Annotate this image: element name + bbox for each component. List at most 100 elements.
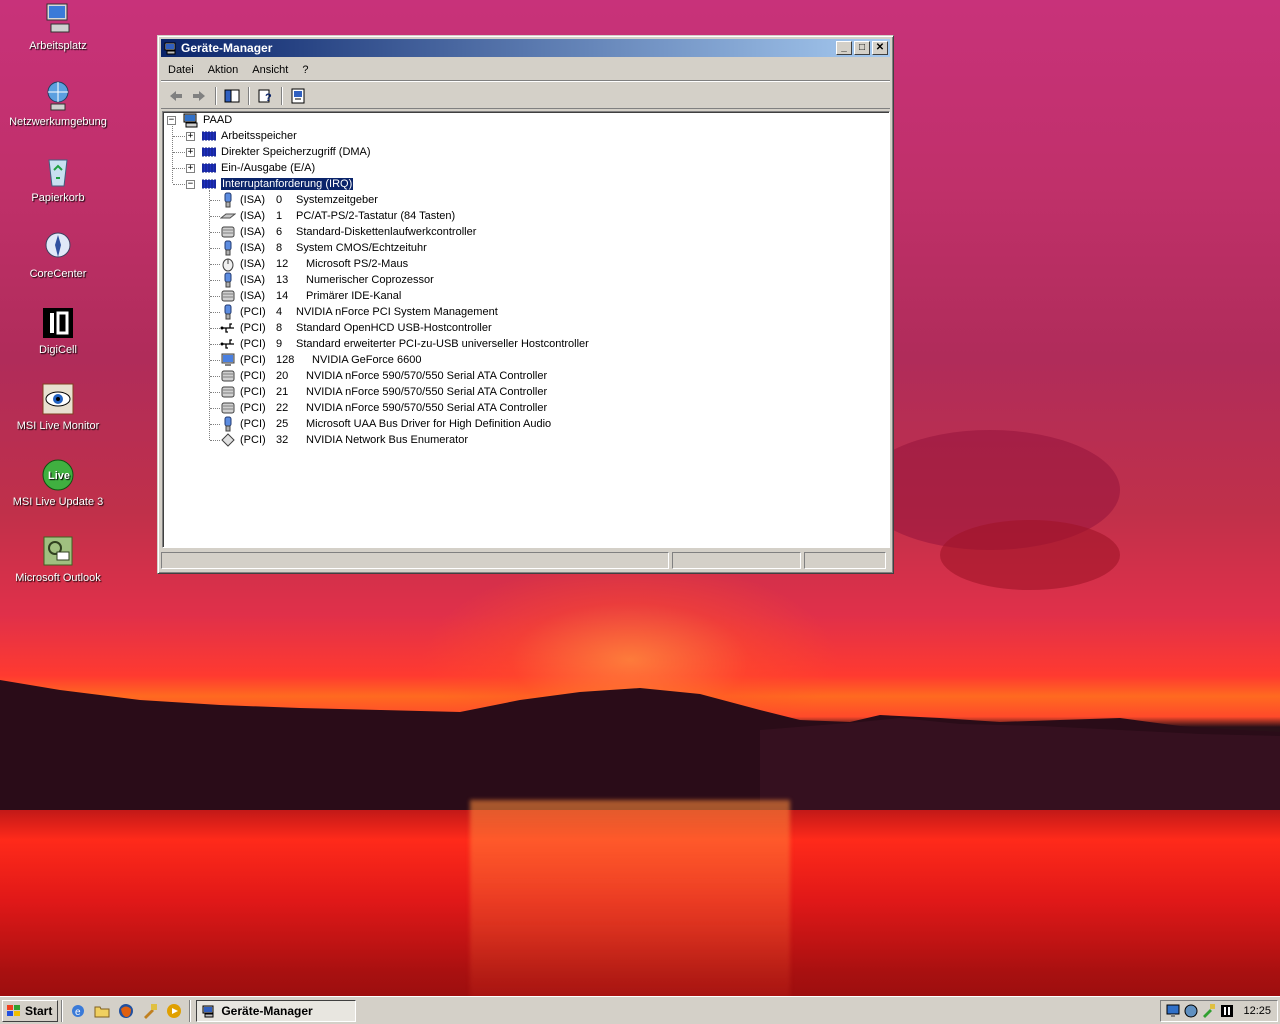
menu-help[interactable]: ? (295, 64, 315, 76)
network-enumerator-icon (221, 433, 235, 447)
desktop-icon-microsoft-outlook[interactable]: Microsoft Outlook (6, 534, 110, 584)
tree-device-item[interactable]: (ISA) 12 Microsoft PS/2-Maus (220, 256, 408, 272)
tree-category[interactable]: Interruptanforderung (IRQ) (201, 176, 355, 192)
device-bus: (ISA) (240, 242, 266, 254)
tree-line (210, 408, 220, 409)
quick-launch-media[interactable] (164, 1001, 184, 1021)
device-name: NVIDIA nForce 590/570/550 Serial ATA Con… (306, 386, 548, 398)
desktop-icon-papierkorb[interactable]: Papierkorb (6, 154, 110, 204)
device-manager-icon (164, 42, 176, 55)
disk-controller-icon (221, 290, 235, 302)
desktop-icon-netzwerkumgebung[interactable]: Netzwerkumgebung (6, 78, 110, 128)
ie-icon: e (72, 1004, 85, 1018)
scan-hardware-button[interactable] (287, 86, 309, 106)
tree-device-item[interactable]: (PCI) 9 Standard erweiterter PCI-zu-USB un… (220, 336, 589, 352)
maximize-button[interactable]: □ (854, 41, 870, 55)
category-expander[interactable]: − (186, 180, 195, 189)
tree-category[interactable]: Arbeitsspeicher (201, 128, 297, 144)
menu-aktion[interactable]: Aktion (201, 64, 246, 76)
desktop-icon-msi-live-update-3[interactable]: Live MSI Live Update 3 (6, 458, 110, 508)
quick-launch-explorer[interactable] (92, 1001, 112, 1021)
root-collapse-toggle[interactable]: − (167, 116, 176, 125)
tree-line (210, 424, 220, 425)
menu-datei[interactable]: Datei (161, 64, 201, 76)
tree-device-item[interactable]: (PCI) 128 NVIDIA GeForce 6600 (220, 352, 421, 368)
tree-device-item[interactable]: (PCI) 4 NVIDIA nForce PCI System Managemen… (220, 304, 498, 320)
tree-device-item[interactable]: (PCI) 25 Microsoft UAA Bus Driver for High… (220, 416, 551, 432)
outlook-icon (41, 534, 75, 568)
disk-controller-icon (221, 386, 235, 398)
quick-launch-tool[interactable] (140, 1001, 160, 1021)
tray-digicell[interactable] (1219, 1003, 1235, 1019)
clock[interactable]: 12:25 (1243, 1005, 1271, 1017)
system-device-icon (224, 192, 232, 208)
tree-category[interactable]: Direkter Speicherzugriff (DMA) (201, 144, 371, 160)
toolbar: ? (161, 83, 890, 109)
tree-line (210, 216, 220, 217)
tree-root-label: PAAD (203, 114, 233, 126)
device-bus: (PCI) (240, 402, 266, 414)
svg-text:Live: Live (48, 470, 70, 482)
properties-help-icon: ? (258, 89, 272, 104)
tree-device-item[interactable]: (ISA) 14 Primärer IDE-Kanal (220, 288, 401, 304)
device-irq: 32 (276, 434, 289, 446)
device-bus: (ISA) (240, 194, 266, 206)
device-tree[interactable]: − PAAD + Arbeitsspeicher + Direkter Speiche… (162, 111, 890, 548)
water-reflection (470, 800, 790, 1000)
title-bar[interactable]: Geräte-Manager _ □ ✕ (161, 39, 890, 57)
desktop-icon-digicell[interactable]: DigiCell (6, 306, 110, 356)
tree-line (173, 168, 187, 169)
status-bar (161, 550, 890, 570)
forward-button[interactable] (188, 86, 210, 106)
tree-category[interactable]: Ein-/Ausgabe (E/A) (201, 160, 315, 176)
properties-button[interactable]: ? (254, 86, 276, 106)
keyboard-icon (220, 213, 236, 219)
category-expander[interactable]: + (186, 164, 195, 173)
network-tray-icon (1184, 1004, 1198, 1018)
tray-monitor[interactable] (1165, 1003, 1181, 1019)
device-irq: 14 (276, 290, 289, 302)
quick-launch-ie[interactable]: e (68, 1001, 88, 1021)
category-expander[interactable]: + (186, 148, 195, 157)
quick-launch-firefox[interactable] (116, 1001, 136, 1021)
tree-device-item[interactable]: (ISA) 13 Numerischer Coprozessor (220, 272, 434, 288)
device-irq: 12 (276, 258, 289, 270)
tree-device-item[interactable]: (PCI) 22 NVIDIA nForce 590/570/550 Serial … (220, 400, 547, 416)
scan-hardware-icon (291, 88, 305, 103)
tree-device-item[interactable]: (PCI) 32 NVIDIA Network Bus Enumerator (220, 432, 468, 448)
desktop-icon-label: DigiCell (39, 344, 77, 356)
tree-device-item[interactable]: (ISA) 8 System CMOS/Echtzeituhr (220, 240, 427, 256)
menu-ansicht[interactable]: Ansicht (245, 64, 295, 76)
eye-icon (41, 382, 75, 416)
start-button[interactable]: Start (2, 999, 59, 1022)
tree-device-item[interactable]: (ISA) 0 Systemzeitgeber (220, 192, 378, 208)
show-hide-tree-button[interactable] (221, 86, 243, 106)
minimize-button[interactable]: _ (836, 41, 852, 55)
tray-network[interactable] (1183, 1003, 1199, 1019)
tray-tool[interactable] (1201, 1003, 1217, 1019)
tree-device-item[interactable]: (PCI) 20 NVIDIA nForce 590/570/550 Serial … (220, 368, 547, 384)
tree-device-item[interactable]: (ISA) 1 PC/AT-PS/2-Tastatur (84 Tasten) (220, 208, 455, 224)
desktop-icon-corecenter[interactable]: CoreCenter (6, 230, 110, 280)
tree-root[interactable]: PAAD (183, 112, 232, 128)
tree-line (210, 328, 220, 329)
tree-device-item[interactable]: (PCI) 8 Standard OpenHCD USB-Hostcontrolle… (220, 320, 492, 336)
device-manager-window[interactable]: Geräte-Manager _ □ ✕ Datei Aktion Ansich… (157, 35, 894, 574)
device-irq: 1 (276, 210, 283, 222)
category-expander[interactable]: + (186, 132, 195, 141)
taskbar-button-device-manager[interactable]: Geräte-Manager (196, 999, 357, 1022)
close-button[interactable]: ✕ (872, 41, 888, 55)
device-name: Microsoft PS/2-Maus (306, 258, 409, 270)
device-irq: 13 (276, 274, 289, 286)
tree-device-item[interactable]: (ISA) 6 Standard-Diskettenlaufwerkcontroll… (220, 224, 476, 240)
tree-device-item[interactable]: (PCI) 21 NVIDIA nForce 590/570/550 Serial … (220, 384, 547, 400)
window-title: Geräte-Manager (181, 41, 273, 55)
desktop-icon-arbeitsplatz[interactable]: Arbeitsplatz (6, 2, 110, 52)
back-button[interactable] (165, 86, 187, 106)
device-bus: (ISA) (240, 274, 266, 286)
firefox-icon (119, 1003, 134, 1018)
device-name: NVIDIA nForce 590/570/550 Serial ATA Con… (306, 370, 548, 382)
memory-chip-icon (202, 131, 216, 141)
device-name: Standard OpenHCD USB-Hostcontroller (296, 322, 492, 334)
desktop-icon-msi-live-monitor[interactable]: MSI Live Monitor (6, 382, 110, 432)
